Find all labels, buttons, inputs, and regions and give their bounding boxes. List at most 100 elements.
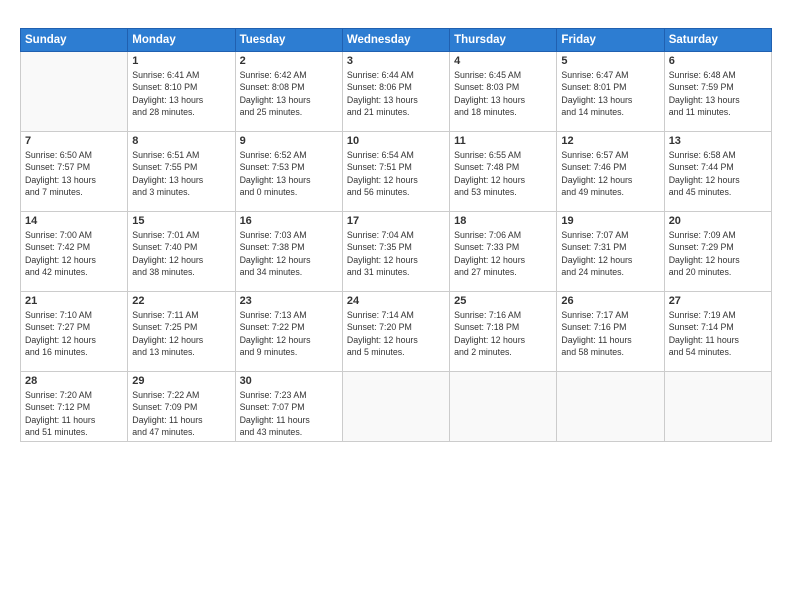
calendar-cell: 15 Sunrise: 7:01 AMSunset: 7:40 PMDayligh… xyxy=(128,212,235,292)
calendar-cell: 10 Sunrise: 6:54 AMSunset: 7:51 PMDayligh… xyxy=(342,132,449,212)
calendar-cell xyxy=(450,372,557,442)
day-number: 27 xyxy=(669,295,767,307)
calendar-cell xyxy=(557,372,664,442)
day-info: Sunrise: 7:14 AMSunset: 7:20 PMDaylight:… xyxy=(347,309,445,358)
day-number: 5 xyxy=(561,55,659,67)
calendar-cell: 24 Sunrise: 7:14 AMSunset: 7:20 PMDayligh… xyxy=(342,292,449,372)
calendar-cell: 9 Sunrise: 6:52 AMSunset: 7:53 PMDaylight… xyxy=(235,132,342,212)
day-number: 9 xyxy=(240,135,338,147)
calendar-cell: 21 Sunrise: 7:10 AMSunset: 7:27 PMDayligh… xyxy=(21,292,128,372)
day-number: 15 xyxy=(132,215,230,227)
day-header-friday: Friday xyxy=(557,29,664,52)
day-header-sunday: Sunday xyxy=(21,29,128,52)
day-info: Sunrise: 6:45 AMSunset: 8:03 PMDaylight:… xyxy=(454,69,552,118)
day-number: 28 xyxy=(25,375,123,387)
day-number: 4 xyxy=(454,55,552,67)
calendar-cell: 12 Sunrise: 6:57 AMSunset: 7:46 PMDayligh… xyxy=(557,132,664,212)
calendar-cell: 19 Sunrise: 7:07 AMSunset: 7:31 PMDayligh… xyxy=(557,212,664,292)
day-info: Sunrise: 6:57 AMSunset: 7:46 PMDaylight:… xyxy=(561,149,659,198)
day-header-tuesday: Tuesday xyxy=(235,29,342,52)
calendar-cell: 30 Sunrise: 7:23 AMSunset: 7:07 PMDayligh… xyxy=(235,372,342,442)
calendar-cell: 14 Sunrise: 7:00 AMSunset: 7:42 PMDayligh… xyxy=(21,212,128,292)
day-info: Sunrise: 6:55 AMSunset: 7:48 PMDaylight:… xyxy=(454,149,552,198)
day-info: Sunrise: 7:17 AMSunset: 7:16 PMDaylight:… xyxy=(561,309,659,358)
day-info: Sunrise: 6:48 AMSunset: 7:59 PMDaylight:… xyxy=(669,69,767,118)
calendar-cell: 13 Sunrise: 6:58 AMSunset: 7:44 PMDayligh… xyxy=(664,132,771,212)
day-info: Sunrise: 7:20 AMSunset: 7:12 PMDaylight:… xyxy=(25,389,123,438)
day-number: 12 xyxy=(561,135,659,147)
calendar-cell: 25 Sunrise: 7:16 AMSunset: 7:18 PMDayligh… xyxy=(450,292,557,372)
day-header-wednesday: Wednesday xyxy=(342,29,449,52)
day-number: 11 xyxy=(454,135,552,147)
day-info: Sunrise: 7:04 AMSunset: 7:35 PMDaylight:… xyxy=(347,229,445,278)
calendar-cell: 3 Sunrise: 6:44 AMSunset: 8:06 PMDaylight… xyxy=(342,52,449,132)
calendar-cell: 1 Sunrise: 6:41 AMSunset: 8:10 PMDaylight… xyxy=(128,52,235,132)
day-info: Sunrise: 6:44 AMSunset: 8:06 PMDaylight:… xyxy=(347,69,445,118)
calendar-cell: 4 Sunrise: 6:45 AMSunset: 8:03 PMDaylight… xyxy=(450,52,557,132)
calendar-cell xyxy=(342,372,449,442)
day-info: Sunrise: 6:51 AMSunset: 7:55 PMDaylight:… xyxy=(132,149,230,198)
day-number: 6 xyxy=(669,55,767,67)
day-number: 23 xyxy=(240,295,338,307)
calendar-cell xyxy=(664,372,771,442)
day-info: Sunrise: 7:19 AMSunset: 7:14 PMDaylight:… xyxy=(669,309,767,358)
day-number: 2 xyxy=(240,55,338,67)
day-info: Sunrise: 6:42 AMSunset: 8:08 PMDaylight:… xyxy=(240,69,338,118)
day-number: 25 xyxy=(454,295,552,307)
day-info: Sunrise: 7:03 AMSunset: 7:38 PMDaylight:… xyxy=(240,229,338,278)
day-number: 13 xyxy=(669,135,767,147)
day-number: 20 xyxy=(669,215,767,227)
day-info: Sunrise: 6:50 AMSunset: 7:57 PMDaylight:… xyxy=(25,149,123,198)
day-number: 8 xyxy=(132,135,230,147)
calendar-cell: 11 Sunrise: 6:55 AMSunset: 7:48 PMDayligh… xyxy=(450,132,557,212)
day-number: 26 xyxy=(561,295,659,307)
day-info: Sunrise: 7:09 AMSunset: 7:29 PMDaylight:… xyxy=(669,229,767,278)
day-info: Sunrise: 7:13 AMSunset: 7:22 PMDaylight:… xyxy=(240,309,338,358)
day-number: 3 xyxy=(347,55,445,67)
day-number: 10 xyxy=(347,135,445,147)
day-number: 16 xyxy=(240,215,338,227)
calendar-cell: 22 Sunrise: 7:11 AMSunset: 7:25 PMDayligh… xyxy=(128,292,235,372)
calendar-cell: 29Sunrise: 7:22 AMSunset: 7:09 PMDayligh… xyxy=(128,372,235,442)
calendar-cell: 17 Sunrise: 7:04 AMSunset: 7:35 PMDayligh… xyxy=(342,212,449,292)
day-header-thursday: Thursday xyxy=(450,29,557,52)
day-info: Sunrise: 6:52 AMSunset: 7:53 PMDaylight:… xyxy=(240,149,338,198)
day-info: Sunrise: 7:16 AMSunset: 7:18 PMDaylight:… xyxy=(454,309,552,358)
day-info: Sunrise: 7:01 AMSunset: 7:40 PMDaylight:… xyxy=(132,229,230,278)
calendar-cell: 8 Sunrise: 6:51 AMSunset: 7:55 PMDaylight… xyxy=(128,132,235,212)
day-header-monday: Monday xyxy=(128,29,235,52)
calendar: SundayMondayTuesdayWednesdayThursdayFrid… xyxy=(20,28,772,442)
day-number: 30 xyxy=(240,375,338,387)
calendar-cell: 23 Sunrise: 7:13 AMSunset: 7:22 PMDayligh… xyxy=(235,292,342,372)
day-number: 7 xyxy=(25,135,123,147)
day-number: 22 xyxy=(132,295,230,307)
day-number: 19 xyxy=(561,215,659,227)
calendar-cell: 26 Sunrise: 7:17 AMSunset: 7:16 PMDayligh… xyxy=(557,292,664,372)
calendar-cell: 28 Sunrise: 7:20 AMSunset: 7:12 PMDayligh… xyxy=(21,372,128,442)
day-info: Sunrise: 7:11 AMSunset: 7:25 PMDaylight:… xyxy=(132,309,230,358)
calendar-cell: 18 Sunrise: 7:06 AMSunset: 7:33 PMDayligh… xyxy=(450,212,557,292)
day-number: 18 xyxy=(454,215,552,227)
day-number: 21 xyxy=(25,295,123,307)
day-info: Sunrise: 7:00 AMSunset: 7:42 PMDaylight:… xyxy=(25,229,123,278)
day-info: Sunrise: 7:22 AMSunset: 7:09 PMDaylight:… xyxy=(132,389,230,438)
calendar-cell: 7 Sunrise: 6:50 AMSunset: 7:57 PMDaylight… xyxy=(21,132,128,212)
calendar-cell: 27 Sunrise: 7:19 AMSunset: 7:14 PMDayligh… xyxy=(664,292,771,372)
day-info: Sunrise: 7:06 AMSunset: 7:33 PMDaylight:… xyxy=(454,229,552,278)
calendar-cell: 2 Sunrise: 6:42 AMSunset: 8:08 PMDaylight… xyxy=(235,52,342,132)
day-number: 24 xyxy=(347,295,445,307)
day-info: Sunrise: 6:41 AMSunset: 8:10 PMDaylight:… xyxy=(132,69,230,118)
day-number: 17 xyxy=(347,215,445,227)
calendar-cell: 16 Sunrise: 7:03 AMSunset: 7:38 PMDayligh… xyxy=(235,212,342,292)
calendar-cell: 6 Sunrise: 6:48 AMSunset: 7:59 PMDaylight… xyxy=(664,52,771,132)
day-info: Sunrise: 6:47 AMSunset: 8:01 PMDaylight:… xyxy=(561,69,659,118)
day-info: Sunrise: 6:58 AMSunset: 7:44 PMDaylight:… xyxy=(669,149,767,198)
day-info: Sunrise: 7:07 AMSunset: 7:31 PMDaylight:… xyxy=(561,229,659,278)
day-number: 1 xyxy=(132,55,230,67)
day-info: Sunrise: 7:10 AMSunset: 7:27 PMDaylight:… xyxy=(25,309,123,358)
calendar-cell: 5 Sunrise: 6:47 AMSunset: 8:01 PMDaylight… xyxy=(557,52,664,132)
day-number: 14 xyxy=(25,215,123,227)
day-info: Sunrise: 7:23 AMSunset: 7:07 PMDaylight:… xyxy=(240,389,338,438)
day-header-saturday: Saturday xyxy=(664,29,771,52)
day-info: Sunrise: 6:54 AMSunset: 7:51 PMDaylight:… xyxy=(347,149,445,198)
